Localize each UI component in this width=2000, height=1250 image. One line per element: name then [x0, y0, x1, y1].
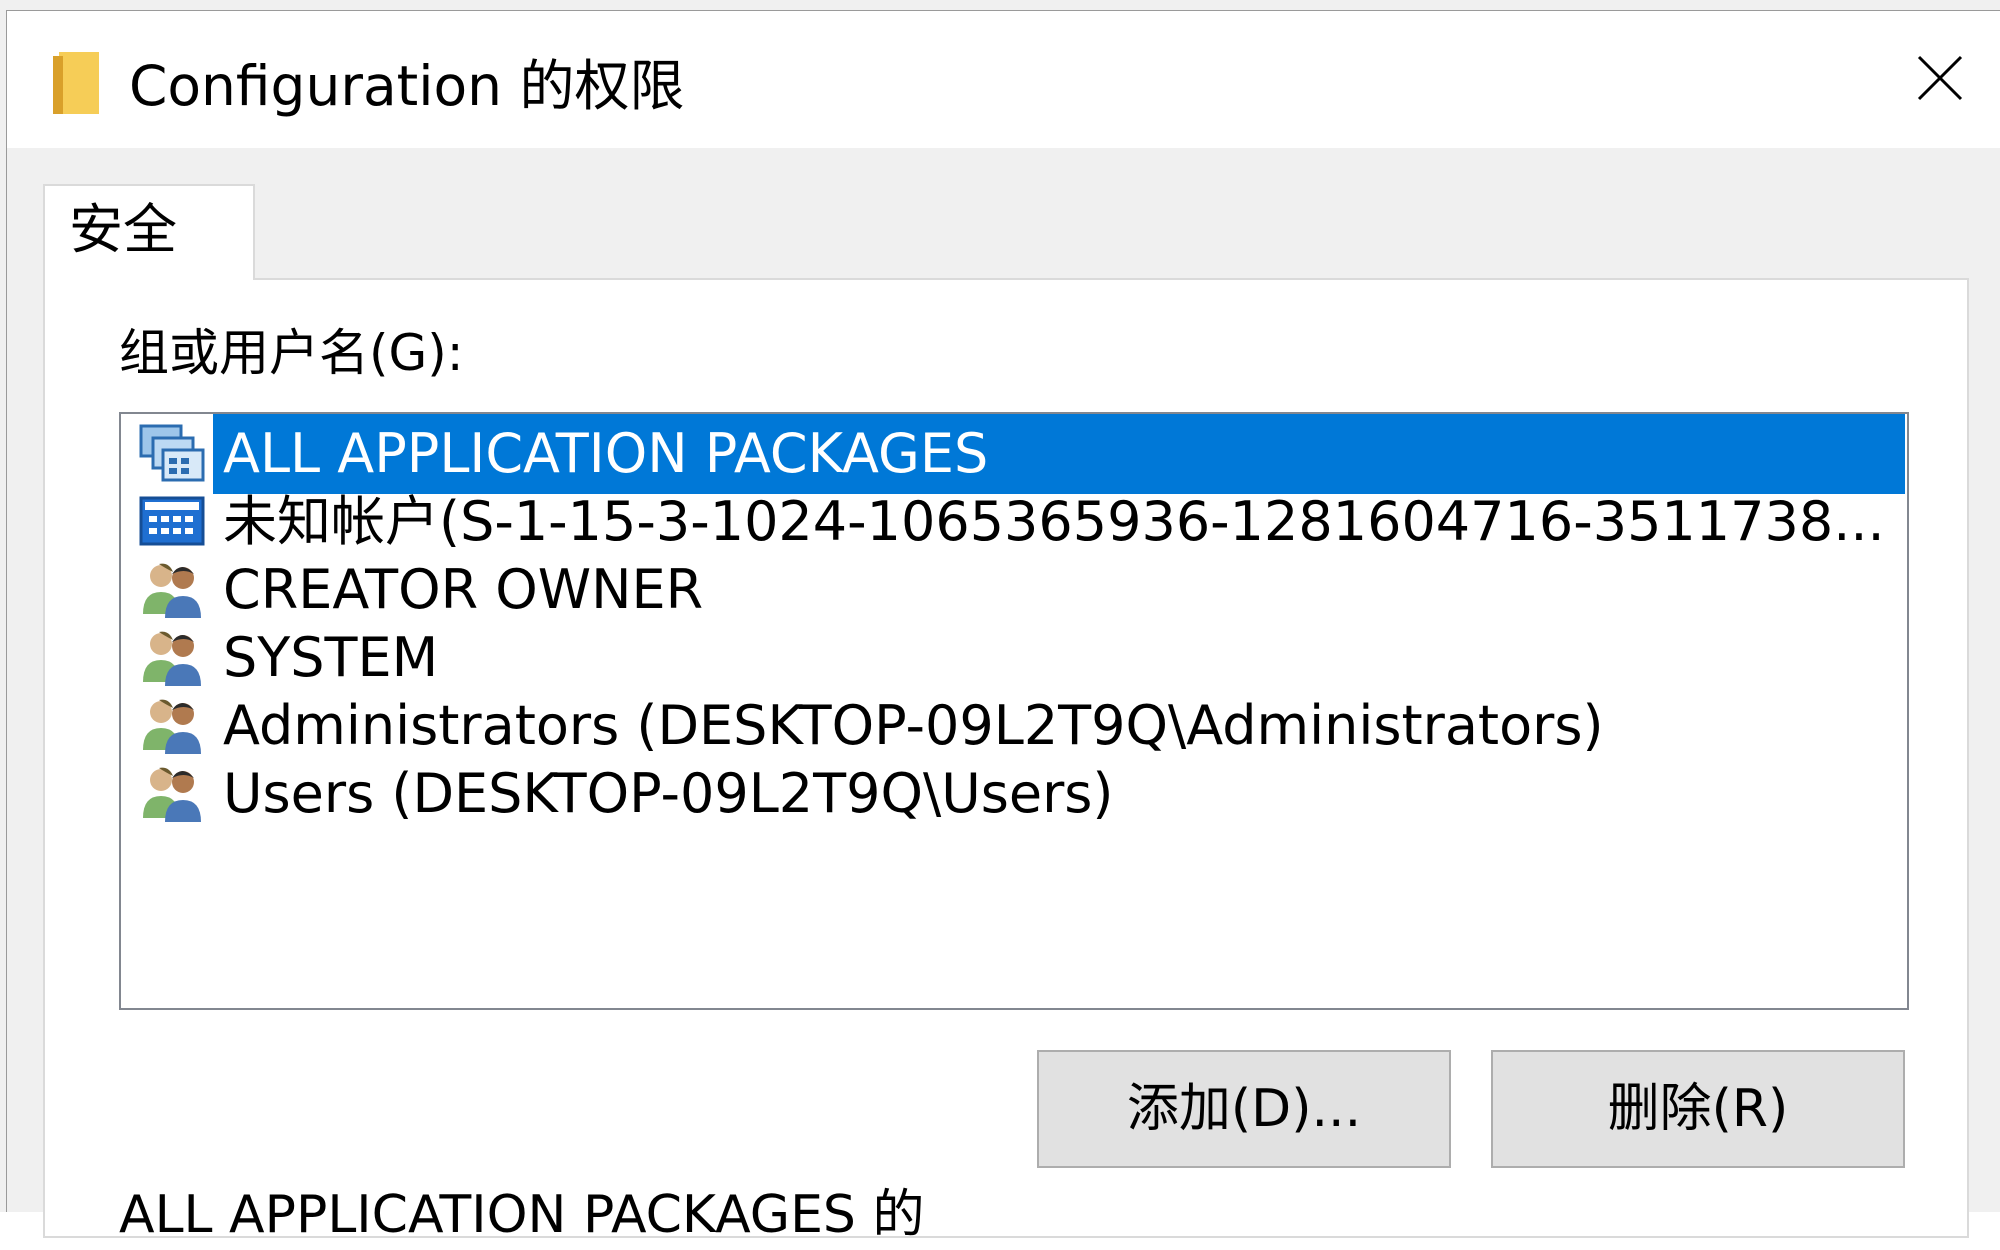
- unknown-account-icon: [139, 492, 205, 552]
- users-group-icon: [139, 560, 205, 620]
- folder-icon: [51, 48, 103, 120]
- permissions-for-label: ALL APPLICATION PACKAGES 的: [119, 1185, 925, 1245]
- users-group-icon: [139, 696, 205, 756]
- users-group-icon: [139, 764, 205, 824]
- group-or-user-label: 组或用户名(G):: [119, 324, 464, 382]
- add-button[interactable]: 添加(D)...: [1037, 1050, 1451, 1168]
- principal-name: Users (DESKTOP-09L2T9Q\Users): [223, 762, 1114, 825]
- tab-security[interactable]: 安全: [43, 184, 255, 280]
- close-icon: [1915, 53, 1965, 107]
- list-item-users[interactable]: Users (DESKTOP-09L2T9Q\Users): [139, 754, 1899, 834]
- permissions-dialog: Configuration 的权限 安全 组或用户名(G): ALL APPLI…: [6, 10, 2000, 1245]
- principals-listbox[interactable]: ALL APPLICATION PACKAGES 未知帐户(S-1-15-3-1…: [119, 412, 1909, 1010]
- users-group-icon: [139, 628, 205, 688]
- security-panel: 组或用户名(G): ALL APPLICATION PACKAGES 未知帐户(…: [43, 278, 1969, 1245]
- remove-button[interactable]: 删除(R): [1491, 1050, 1905, 1168]
- app-packages-icon: [139, 424, 205, 484]
- window-title: Configuration 的权限: [129, 54, 685, 118]
- close-button[interactable]: [1880, 11, 2000, 148]
- title-bar: Configuration 的权限: [7, 11, 2000, 148]
